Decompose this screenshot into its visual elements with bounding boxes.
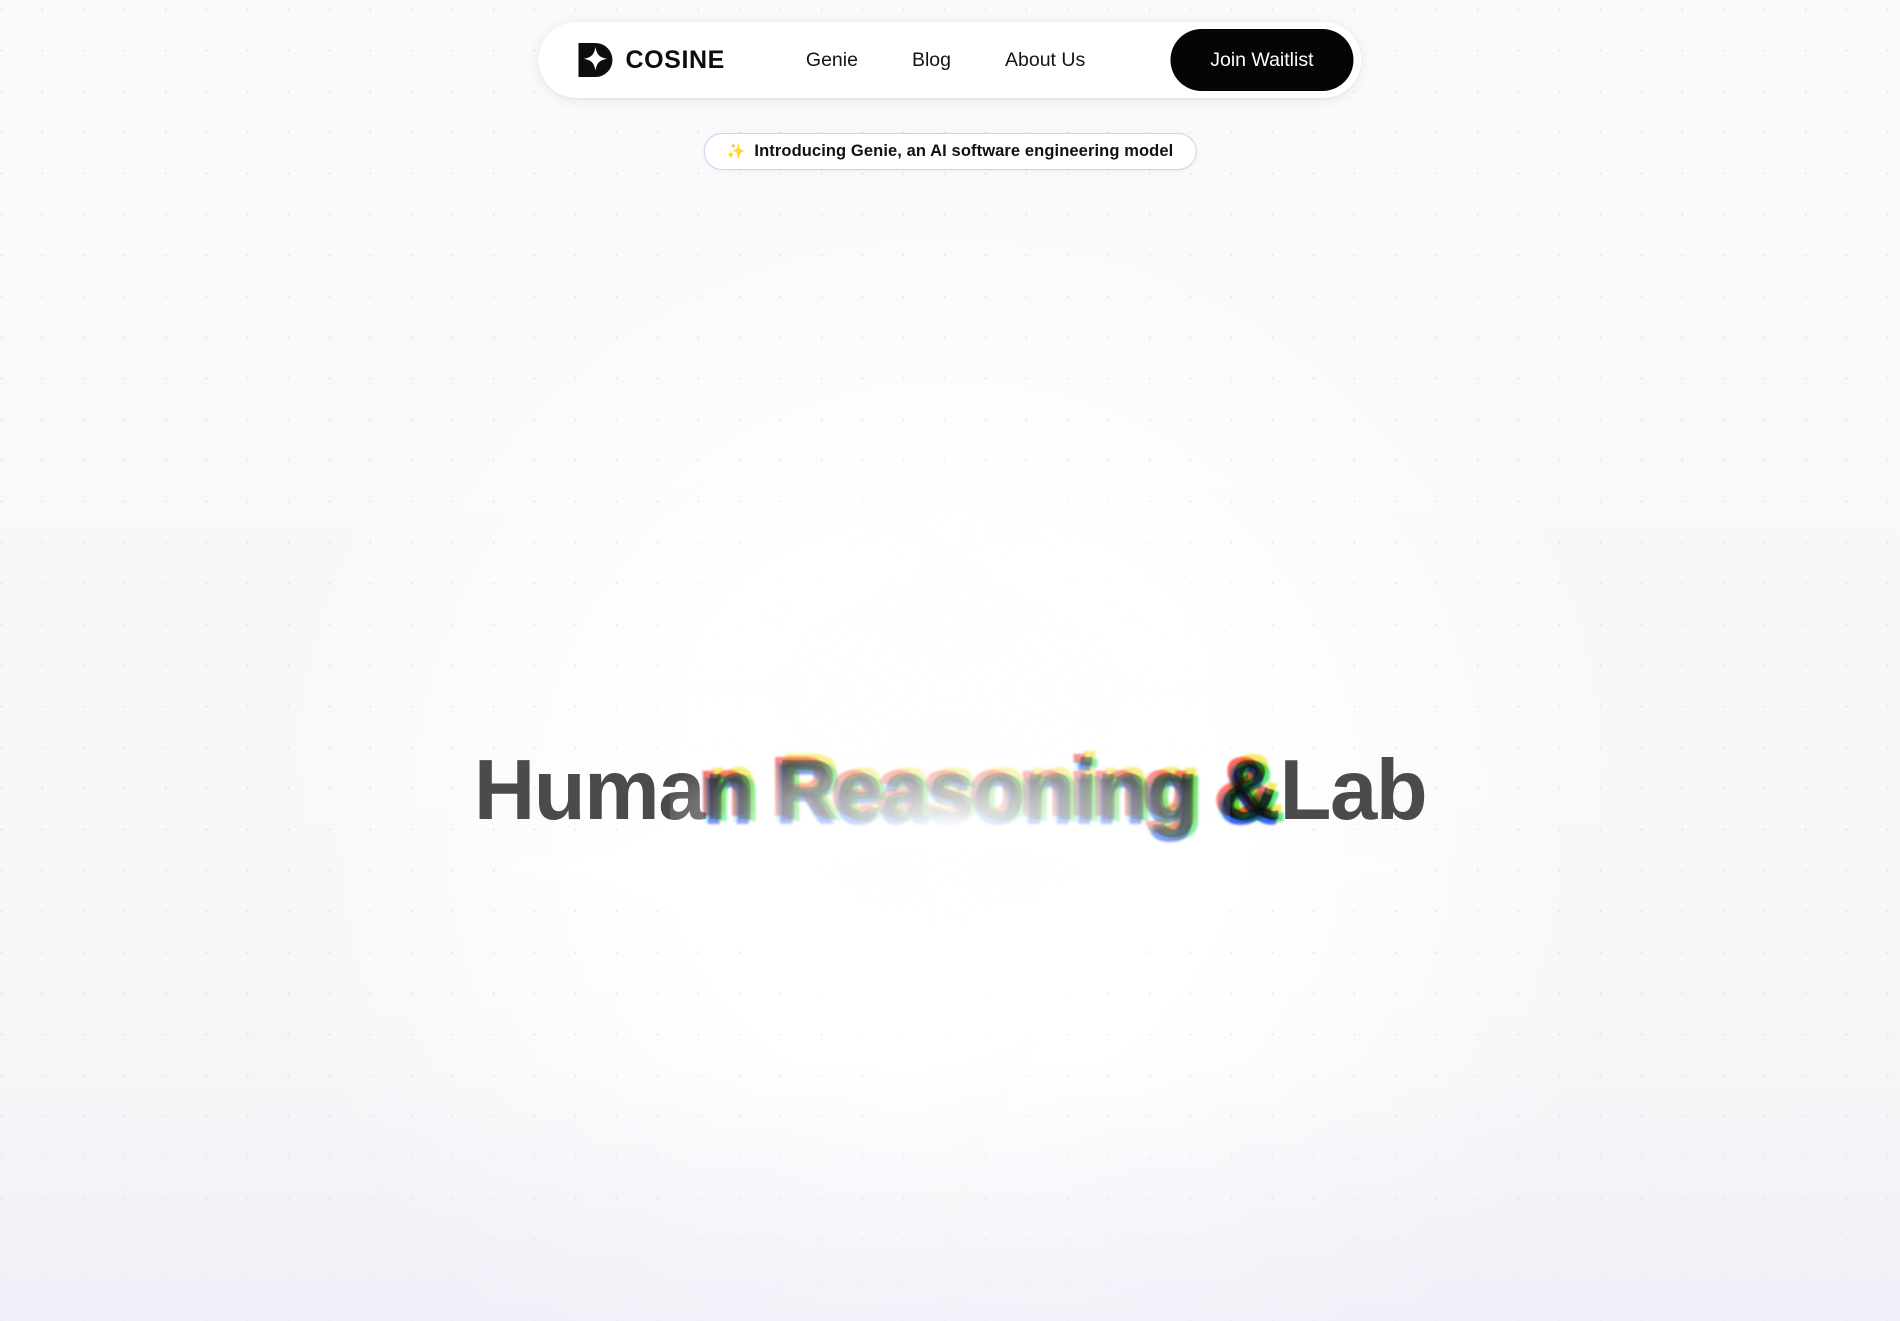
- announcement-badge[interactable]: ✨ Introducing Genie, an AI software engi…: [703, 133, 1197, 170]
- nav-item-about-us[interactable]: About Us: [978, 39, 1112, 82]
- brand-name: COSINE: [625, 45, 725, 74]
- join-waitlist-button[interactable]: Join Waitlist: [1170, 29, 1354, 91]
- dot-grid-pattern: [0, 0, 1900, 1321]
- top-navigation-bar: COSINE Genie Blog About Us Join Waitlist: [538, 22, 1362, 98]
- nav-links: Genie Blog About Us: [779, 39, 1112, 82]
- cosine-star-logo-icon: [578, 43, 613, 77]
- brand-logo[interactable]: COSINE: [578, 43, 724, 77]
- sparkles-icon: ✨: [726, 143, 746, 160]
- nav-item-blog[interactable]: Blog: [885, 39, 978, 82]
- announcement-badge-label: Introducing Genie, an AI software engine…: [754, 142, 1174, 160]
- nav-item-genie[interactable]: Genie: [779, 39, 885, 82]
